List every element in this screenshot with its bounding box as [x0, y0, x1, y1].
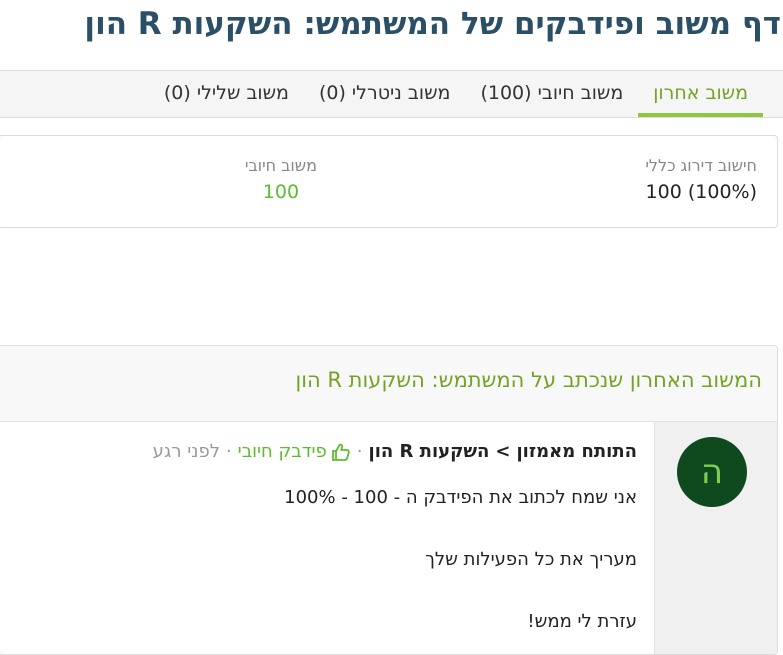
thumbs-up-icon — [331, 443, 350, 461]
feedback-text: אני שמח לכתוב את הפידבק ה - 100 - 100% מ… — [284, 487, 637, 632]
avatar[interactable]: ה — [677, 437, 747, 507]
positive-rating-value: 100 — [262, 181, 300, 203]
feedback-entry-meta: התותח מאמזון > השקעות R הון · פידבק חיוב… — [153, 441, 637, 462]
tab-positive-feedback[interactable]: משוב חיובי (100) — [465, 71, 638, 117]
rating-summary: חישוב דירוג כללי 100 (100%) משוב חיובי 1… — [0, 135, 778, 228]
latest-feedback-header: המשוב האחרון שנכתב על המשתמש: השקעות R ה… — [0, 346, 777, 422]
page-title: דף משוב ופידבקים של המשתמש: השקעות R הון — [84, 6, 781, 42]
feedback-type: פידבק חיובי — [238, 441, 351, 462]
latest-feedback-title: המשוב האחרון שנכתב על המשתמש: השקעות R ה… — [295, 368, 762, 392]
feedback-tabs: משוב אחרון משוב חיובי (100) משוב ניטרלי … — [0, 70, 783, 118]
tab-latest-feedback[interactable]: משוב אחרון — [638, 71, 763, 117]
overall-rating: חישוב דירוג כללי 100 (100%) — [645, 156, 757, 203]
avatar-column: ה — [654, 422, 777, 654]
meta-dot: · — [356, 441, 363, 462]
feedback-type-label: פידבק חיובי — [237, 441, 327, 462]
reviewer-name[interactable]: התותח מאמזון — [517, 441, 638, 462]
feedback-time: לפני רגע — [152, 441, 220, 462]
meta-dot: · — [225, 441, 232, 462]
tab-negative-feedback[interactable]: משוב שלילי (0) — [149, 71, 304, 117]
tab-neutral-feedback[interactable]: משוב ניטרלי (0) — [304, 71, 465, 117]
target-user-name[interactable]: השקעות R הון — [369, 441, 490, 462]
positive-rating-label: משוב חיובי — [244, 156, 317, 175]
latest-feedback-panel: המשוב האחרון שנכתב על המשתמש: השקעות R ה… — [0, 345, 778, 655]
overall-rating-value: 100 (100%) — [645, 181, 757, 203]
positive-rating: משוב חיובי 100 — [245, 156, 317, 203]
overall-rating-label: חישוב דירוג כללי — [645, 156, 757, 175]
reviewer-target-separator: > — [495, 441, 511, 462]
